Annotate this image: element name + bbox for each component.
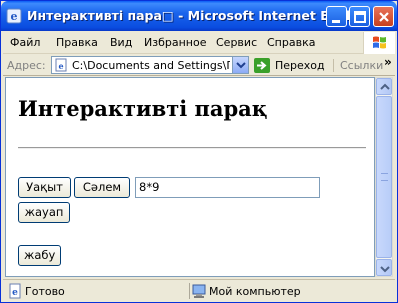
page-icon: e: [7, 283, 23, 299]
maximize-icon: [354, 11, 366, 23]
computer-icon: [191, 283, 207, 299]
horizontal-rule: [18, 147, 366, 149]
page-content: Интерактивті парақ Уақыт Сәлем 8*9 жауап…: [5, 77, 375, 277]
menu-view[interactable]: Вид: [110, 36, 132, 49]
menu-favorites[interactable]: Избранное: [144, 36, 206, 49]
chevron-down-icon: [236, 62, 246, 69]
menu-bar: Файл Правка Вид Избранное Сервис Справка: [3, 32, 395, 54]
page-icon: e: [54, 58, 68, 72]
scroll-thumb[interactable]: [376, 96, 392, 258]
menu-edit[interactable]: Правка: [56, 36, 98, 49]
scroll-grip: [381, 173, 388, 181]
svg-text:e: e: [11, 10, 18, 23]
go-arrow-icon[interactable]: [254, 58, 270, 73]
ie-icon: e: [6, 8, 22, 24]
answer-button[interactable]: жауап: [18, 202, 70, 223]
status-text: Готово: [25, 285, 65, 298]
browser-window: e Интерактивті пара□ - Microsoft Interne…: [0, 0, 398, 303]
minimize-button[interactable]: [326, 6, 347, 27]
window-title: Интерактивті пара□ - Microsoft Internet …: [27, 8, 365, 23]
address-bar: Адрес: e C:\Documents and Settings\Гуль …: [3, 54, 395, 76]
status-bar: e Готово Мой компьютер: [3, 279, 395, 301]
close-button[interactable]: [373, 6, 394, 27]
time-button[interactable]: Уақыт: [18, 177, 71, 198]
status-separator: [189, 283, 190, 299]
links-button[interactable]: Ссылки: [333, 59, 383, 72]
menu-tools[interactable]: Сервис: [216, 36, 257, 49]
svg-text:e: e: [12, 288, 18, 298]
close-page-button[interactable]: жабу: [18, 245, 61, 266]
go-button[interactable]: Переход: [275, 59, 325, 72]
windows-logo-icon: [363, 32, 395, 54]
hello-button[interactable]: Сәлем: [74, 177, 130, 198]
minimize-icon: [332, 20, 340, 23]
menu-file[interactable]: Файл: [10, 36, 40, 49]
expression-input[interactable]: 8*9: [135, 177, 320, 198]
toolbar-overflow-icon[interactable]: »: [384, 55, 392, 69]
zone-text: Мой компьютер: [209, 285, 301, 298]
address-label: Адрес:: [7, 59, 46, 72]
scroll-up-button[interactable]: [376, 78, 392, 95]
maximize-button[interactable]: [349, 6, 370, 27]
address-dropdown-button[interactable]: [232, 57, 248, 73]
page-title: Интерактивті парақ: [18, 96, 268, 121]
chevron-down-icon: [380, 266, 390, 273]
title-bar[interactable]: e Интерактивті пара□ - Microsoft Interne…: [1, 1, 397, 31]
address-input[interactable]: e C:\Documents and Settings\Гуль: [51, 56, 249, 74]
close-icon: [379, 12, 389, 22]
scroll-down-button[interactable]: [376, 259, 392, 276]
vertical-scrollbar[interactable]: [375, 77, 393, 277]
address-url: C:\Documents and Settings\Гуль: [72, 59, 230, 72]
svg-text:e: e: [58, 61, 63, 71]
chevron-up-icon: [380, 83, 390, 90]
menu-help[interactable]: Справка: [267, 36, 315, 49]
